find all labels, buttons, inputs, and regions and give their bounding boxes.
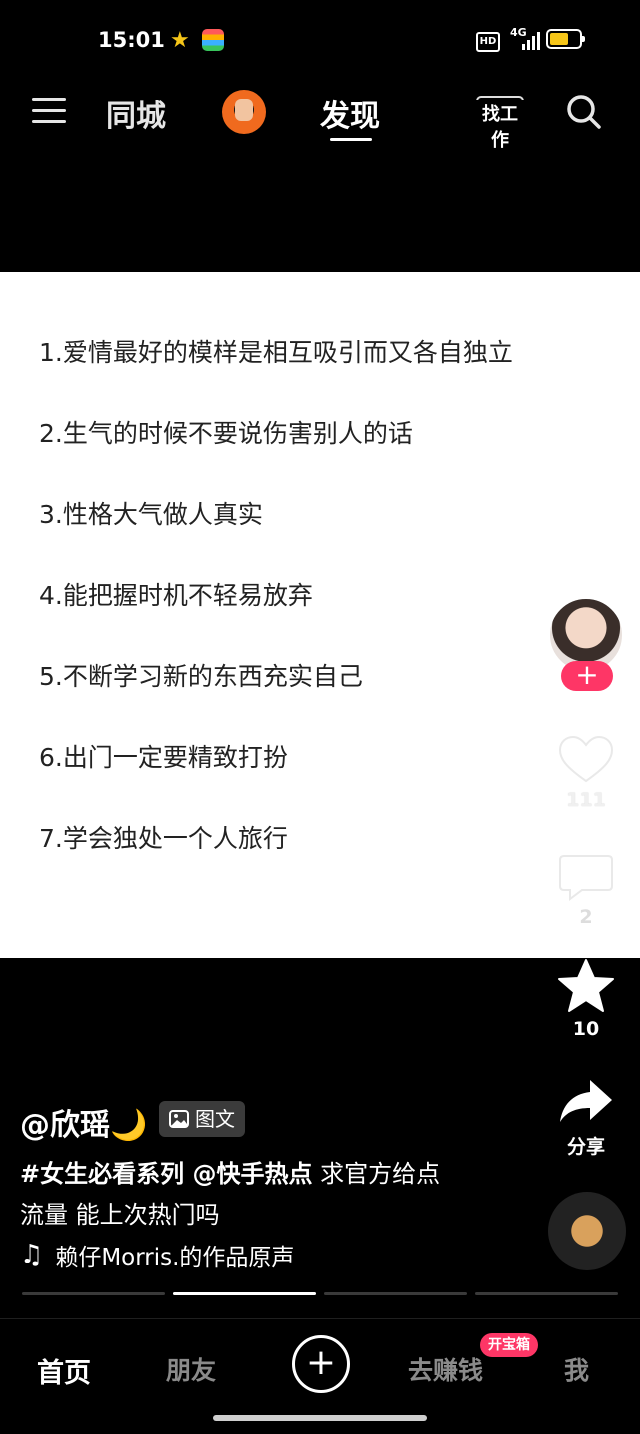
comment-icon xyxy=(559,855,613,901)
music-title: 赖仔Morris.的作品原声 xyxy=(55,1245,295,1271)
like-count: 111 xyxy=(566,789,606,811)
post-text-list: 1.爱情最好的模样是相互吸引而又各自独立 2.生气的时候不要说伤害别人的话 3.… xyxy=(39,338,513,905)
music-info[interactable]: ♫ 赖仔Morris.的作品原声 xyxy=(20,1238,294,1272)
battery-icon xyxy=(546,29,585,49)
favorite-button[interactable]: 10 xyxy=(546,958,626,1040)
home-indicator[interactable] xyxy=(213,1415,427,1421)
tab-discover[interactable]: 发现 xyxy=(320,91,380,135)
page-indicator-3 xyxy=(324,1292,467,1295)
like-button[interactable]: 111 xyxy=(546,735,626,811)
post-type-badge[interactable]: 图文 xyxy=(159,1101,245,1137)
list-item: 5.不断学习新的东西充实自己 xyxy=(39,662,363,691)
page-indicator-4 xyxy=(475,1292,618,1295)
hashtags[interactable]: #女生必看系列 @快手热点 xyxy=(20,1160,312,1188)
share-icon xyxy=(560,1080,612,1122)
music-disc[interactable] xyxy=(548,1192,626,1270)
app-notification-icon xyxy=(202,29,224,51)
page-indicator-1 xyxy=(22,1292,165,1295)
post-image-card[interactable]: 1.爱情最好的模样是相互吸引而又各自独立 2.生气的时候不要说伤害别人的话 3.… xyxy=(0,272,640,958)
author-name[interactable]: @欣瑶🌙 xyxy=(20,1100,147,1144)
share-label: 分享 xyxy=(566,1136,605,1158)
active-tab-indicator xyxy=(330,138,372,141)
nav-me[interactable]: 我 xyxy=(564,1351,589,1387)
favorite-count: 10 xyxy=(572,1018,600,1040)
image-icon xyxy=(169,1110,189,1128)
comment-count: 2 xyxy=(579,906,593,928)
star-notification-icon: ★ xyxy=(170,28,190,53)
hd-voice-icon: HD xyxy=(476,32,500,52)
list-item: 3.性格大气做人真实 xyxy=(39,500,263,529)
music-note-icon: ♫ xyxy=(20,1240,44,1270)
post-type-label: 图文 xyxy=(195,1107,235,1131)
bottom-nav: 首页 朋友 + 去赚钱 开宝箱 我 xyxy=(0,1318,640,1434)
nav-home[interactable]: 首页 xyxy=(37,1351,91,1390)
menu-icon[interactable] xyxy=(32,96,66,124)
list-item: 1.爱情最好的模样是相互吸引而又各自独立 xyxy=(39,338,513,367)
share-button[interactable]: 分享 xyxy=(546,1076,626,1159)
status-time: 15:01 xyxy=(98,28,165,52)
page-indicator-2 xyxy=(173,1292,316,1295)
star-icon xyxy=(558,959,614,1012)
find-job-icon[interactable]: 找工作 xyxy=(472,90,528,152)
comment-button[interactable]: 2 xyxy=(546,852,626,928)
search-icon[interactable] xyxy=(566,94,602,130)
desc-line-2: 流量 能上次热门吗 xyxy=(20,1201,220,1229)
nav-friends[interactable]: 朋友 xyxy=(166,1351,216,1387)
treasure-badge[interactable]: 开宝箱 xyxy=(480,1333,538,1357)
live-avatar[interactable] xyxy=(222,90,266,134)
tab-local[interactable]: 同城 xyxy=(106,91,166,135)
signal-icon xyxy=(522,30,540,50)
list-item: 4.能把握时机不轻易放弃 xyxy=(39,581,313,610)
heart-icon xyxy=(558,735,614,783)
list-item: 6.出门一定要精致打扮 xyxy=(39,743,288,772)
list-item: 2.生气的时候不要说伤害别人的话 xyxy=(39,419,413,448)
nav-earn[interactable]: 去赚钱 xyxy=(408,1351,483,1387)
list-item: 7.学会独处一个人旅行 xyxy=(39,824,288,853)
follow-button[interactable]: + xyxy=(561,661,613,691)
desc-line-1: 求官方给点 xyxy=(312,1160,441,1188)
post-description: #女生必看系列 @快手热点 求官方给点 流量 能上次热门吗 xyxy=(20,1154,490,1236)
create-post-button[interactable]: + xyxy=(292,1335,350,1393)
find-job-label: 找工作 xyxy=(474,100,526,152)
